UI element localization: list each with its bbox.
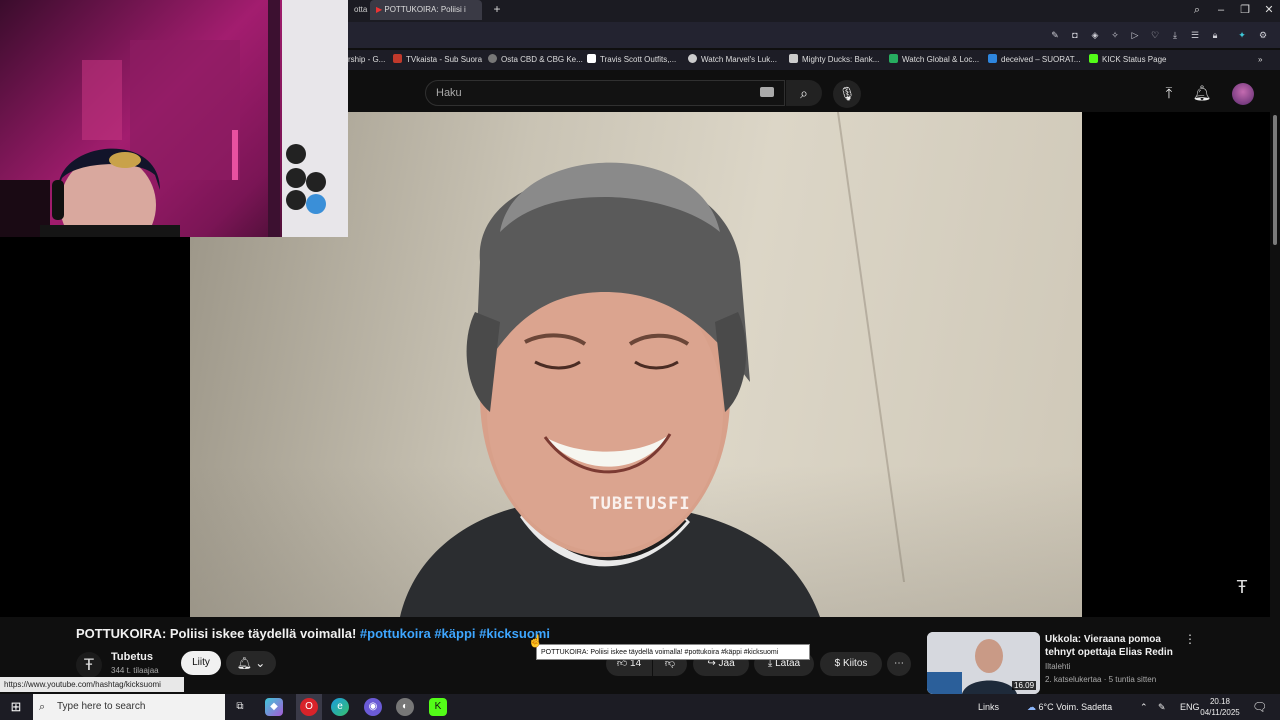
kick-app-icon[interactable]: K: [429, 698, 447, 716]
settings-icon[interactable]: ⚙: [1257, 29, 1269, 41]
close-window-button[interactable]: ✕: [1257, 0, 1280, 20]
camera-icon[interactable]: ◘: [1069, 29, 1081, 41]
play-icon[interactable]: ▷: [1129, 29, 1141, 41]
scrollbar-thumb[interactable]: [1273, 115, 1277, 245]
subscription-bell-button[interactable]: 🔔︎ ⌄: [226, 651, 276, 675]
title-tooltip: POTTUKOIRA: Poliisi iskee täydellä voima…: [536, 644, 810, 660]
search-tabs-icon[interactable]: ⌕: [1185, 0, 1209, 20]
language-indicator[interactable]: ENG: [1180, 694, 1200, 720]
duck-icon: [789, 54, 798, 63]
suorat-icon: [988, 54, 997, 63]
tab-title: POTTUKOIRA: Poliisi i: [384, 5, 466, 14]
bookmark-item[interactable]: rship - G...: [348, 50, 385, 70]
microphone-icon: 🎙︎: [838, 86, 856, 101]
more-actions-button[interactable]: ⋯: [887, 652, 911, 676]
ai-icon[interactable]: ✦: [1236, 29, 1248, 41]
heart-icon[interactable]: ♡: [1149, 29, 1161, 41]
lock-icon[interactable]: 🔒︎: [1209, 29, 1221, 41]
show-hidden-icons-icon[interactable]: ⌃: [1140, 694, 1148, 720]
bookmark-item[interactable]: Mighty Ducks: Bank...: [789, 50, 879, 70]
channel-watermark-icon[interactable]: Ŧ: [1232, 576, 1252, 598]
download-icon[interactable]: ⤓: [1169, 29, 1181, 41]
bookmark-item[interactable]: Osta CBD & CBG Ke...: [488, 50, 583, 70]
edge-icon[interactable]: e: [331, 698, 349, 716]
webcam-scene: [0, 0, 348, 237]
weather-widget[interactable]: ☁ 6°C Voim. Sadetta: [1027, 694, 1112, 720]
avatar[interactable]: [1232, 83, 1254, 105]
video-watermark: TUBETUSFI: [589, 494, 691, 514]
upload-icon[interactable]: ⤒: [1159, 84, 1179, 104]
more-bookmarks-icon[interactable]: »: [1258, 50, 1262, 70]
browser-tab-active[interactable]: ▶ POTTUKOIRA: Poliisi i: [370, 0, 482, 20]
keyboard-icon[interactable]: [760, 87, 774, 97]
notification-center-icon[interactable]: 🗨︎: [1252, 694, 1267, 720]
more-vert-icon[interactable]: ⋮: [1184, 632, 1196, 646]
status-bar-url: https://www.youtube.com/hashtag/kicksuom…: [0, 677, 184, 692]
opera-icon[interactable]: O: [300, 698, 318, 716]
watch-icon: [889, 54, 898, 63]
menu-icon[interactable]: ☰: [1189, 29, 1201, 41]
links-toolbar[interactable]: Links: [978, 694, 999, 720]
channel-avatar[interactable]: Ŧ: [76, 652, 102, 678]
edit-icon[interactable]: ✎: [1049, 29, 1061, 41]
video-duration: 16.09: [1012, 681, 1037, 690]
hashtag-link[interactable]: #käppi: [431, 626, 475, 641]
copilot-icon[interactable]: ◆: [265, 698, 283, 716]
minimize-button[interactable]: –: [1209, 0, 1233, 20]
app-icon[interactable]: ◐: [396, 698, 414, 716]
webcam-overlay: [0, 0, 348, 237]
video-title: POTTUKOIRA: Poliisi iskee täydellä voima…: [76, 626, 550, 641]
kick-icon: [1089, 54, 1098, 63]
notifications-bell-icon[interactable]: 🔔︎: [1192, 84, 1212, 104]
tvkaista-icon: [393, 54, 402, 63]
bookmark-item[interactable]: Watch Marvel's Luk...: [688, 50, 777, 70]
task-view-icon[interactable]: ⧉: [231, 698, 249, 716]
person-in-fur-hat: [400, 162, 820, 617]
discord-icon[interactable]: ◉: [364, 698, 382, 716]
globe-icon: [688, 54, 697, 63]
taskbar-search-icon: ⌕: [39, 701, 46, 713]
recommended-video-meta: 2. katselukertaa · 5 tuntia sitten: [1045, 675, 1157, 684]
bookmark-item[interactable]: KICK Status Page: [1089, 50, 1166, 70]
thanks-button[interactable]: $ Kiitos: [820, 652, 882, 676]
mouse-cursor-icon: ☝: [528, 634, 543, 648]
bookmark-item[interactable]: Watch Global & Loc...: [889, 50, 979, 70]
cloud-icon: ☁: [1027, 702, 1036, 712]
taskbar-search-input[interactable]: Type here to search: [33, 694, 225, 720]
more-icon: ⋯: [894, 658, 904, 669]
voice-search-button[interactable]: 🎙︎: [833, 80, 861, 108]
clock[interactable]: 20.18 04/11/2025: [1198, 696, 1242, 718]
shield-icon[interactable]: ◈: [1089, 29, 1101, 41]
search-icon: ⌕: [800, 85, 808, 101]
extension-icon[interactable]: ✧: [1109, 29, 1121, 41]
bookmark-item[interactable]: deceived – SUORAT...: [988, 50, 1080, 70]
new-tab-button[interactable]: +: [490, 2, 504, 16]
join-button[interactable]: Liity: [181, 651, 221, 675]
channel-name[interactable]: Tubetus: [111, 651, 153, 663]
subscriber-count: 344 t. tilaajaa: [111, 666, 159, 675]
cbd-icon: [488, 54, 497, 63]
network-icon[interactable]: ✎: [1158, 694, 1166, 720]
restore-button[interactable]: ❐: [1233, 0, 1257, 20]
bookmark-item[interactable]: Travis Scott Outfits,...: [587, 50, 676, 70]
search-input[interactable]: Haku: [425, 80, 785, 106]
browser-tab-previous[interactable]: otta: [348, 0, 368, 20]
windows-start-icon[interactable]: ⊞: [0, 694, 32, 720]
bell-icon: 🔔︎: [236, 656, 252, 670]
recommended-video-channel[interactable]: Iltalehti: [1045, 662, 1070, 671]
search-button[interactable]: ⌕: [786, 80, 822, 106]
recommended-video-title[interactable]: Ukkola: Vieraana pomoa tehnyt opettaja E…: [1045, 633, 1185, 659]
bookmark-item[interactable]: TVkaista - Sub Suora: [393, 50, 482, 70]
travis-icon: [587, 54, 596, 63]
hashtag-link[interactable]: #pottukoira: [360, 626, 431, 641]
chevron-down-icon: ⌄: [255, 656, 266, 670]
thanks-icon: $: [834, 658, 841, 669]
